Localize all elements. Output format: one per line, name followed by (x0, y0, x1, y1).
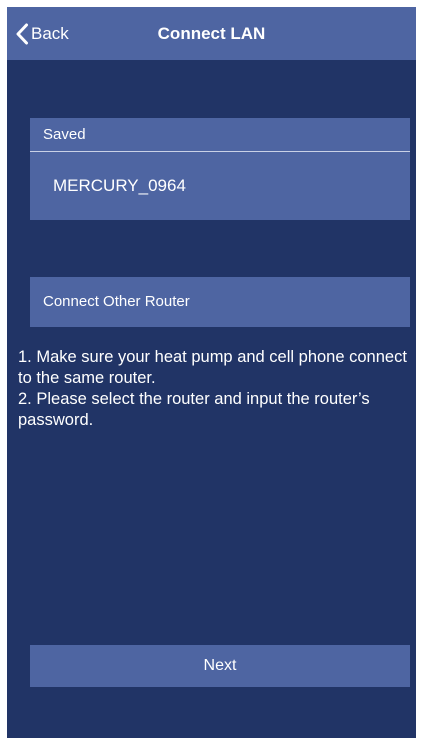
instructions-text: 1. Make sure your heat pump and cell pho… (18, 347, 408, 431)
navigation-bar: Back Connect LAN (7, 7, 416, 60)
connect-lan-screen: Back Connect LAN Saved MERCURY_0964 Conn… (7, 7, 416, 738)
back-label: Back (31, 23, 69, 43)
saved-section-header: Saved (30, 118, 410, 152)
instruction-line-1: 1. Make sure your heat pump and cell pho… (18, 348, 407, 387)
back-button[interactable]: Back (15, 7, 69, 60)
next-button[interactable]: Next (30, 645, 410, 687)
saved-network-item[interactable]: MERCURY_0964 (30, 152, 410, 220)
connect-other-router-button[interactable]: Connect Other Router (30, 277, 410, 327)
saved-networks-card: Saved MERCURY_0964 (30, 118, 410, 220)
instruction-line-2: 2. Please select the router and input th… (18, 390, 370, 429)
chevron-left-icon (16, 23, 28, 44)
